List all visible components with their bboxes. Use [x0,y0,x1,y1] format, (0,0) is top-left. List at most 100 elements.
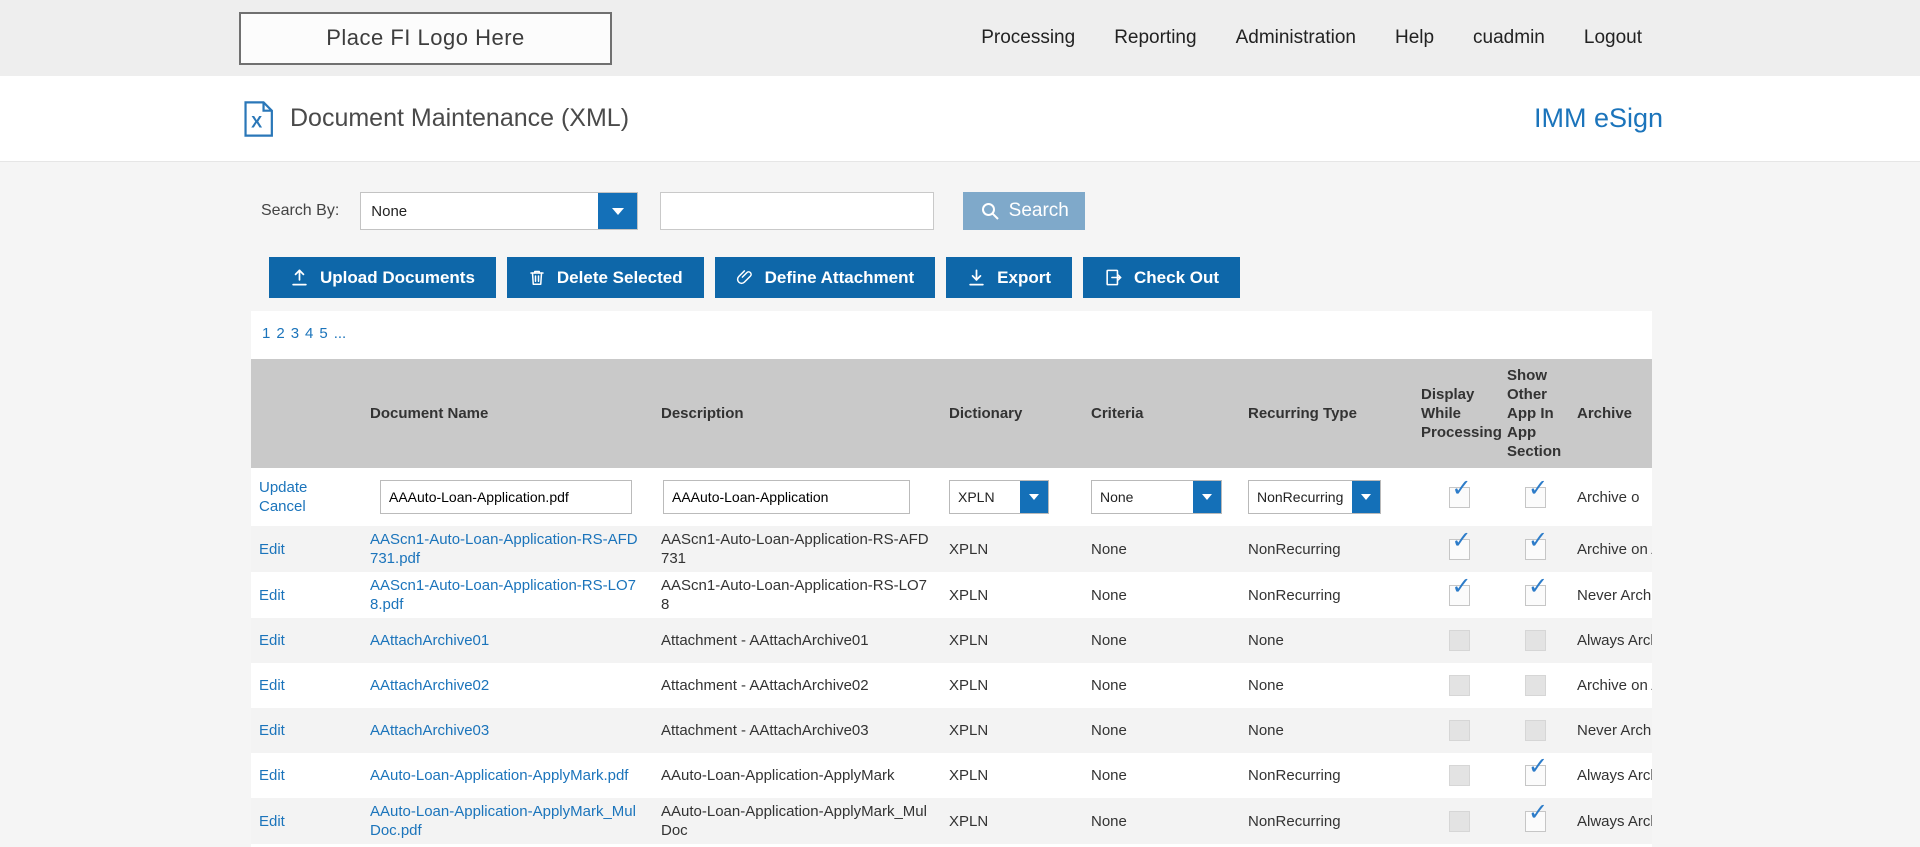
recurring-type-cell: NonRecurring [1248,767,1341,784]
edit-link[interactable]: Edit [259,767,285,784]
page-link-2[interactable]: 2 [276,325,284,342]
display-while-processing-checkbox[interactable] [1448,479,1472,508]
delete-selected-button[interactable]: Delete Selected [506,257,704,298]
edit-link[interactable]: Edit [259,632,285,649]
edit-link[interactable]: Edit [259,587,285,604]
document-name-link[interactable]: AAuto-Loan-Application-ApplyMark.pdf [370,767,628,784]
criteria-select[interactable]: None [1091,480,1222,514]
show-other-app-checkbox[interactable] [1525,531,1548,560]
document-name-link[interactable]: AAScn1-Auto-Loan-Application-RS-LO78.pdf [370,577,636,613]
dictionary-cell: XPLN [949,767,989,784]
nav-item-help[interactable]: Help [1395,27,1434,49]
show-other-app-checkbox[interactable] [1525,630,1546,651]
chevron-down-icon[interactable] [1193,481,1221,513]
table-row-edit: Update Cancel XPLN [251,468,1652,526]
document-name-input[interactable] [380,480,632,514]
dictionary-edit-cell: XPLN [941,468,1083,526]
column-header-recurring-type: Recurring Type [1248,405,1357,422]
upload-documents-button[interactable]: Upload Documents [269,257,496,298]
row-action-cell: Edit [251,618,362,663]
document-name-link[interactable]: AAttachArchive02 [370,677,489,694]
check-out-button[interactable]: Check Out [1083,257,1241,298]
show-other-app-checkbox[interactable] [1525,675,1546,696]
page-link-ellipsis[interactable]: ... [334,325,347,342]
define-attachment-button[interactable]: Define Attachment [714,257,936,298]
edit-link[interactable]: Edit [259,541,285,558]
description-input[interactable] [663,480,910,514]
page-link-4[interactable]: 4 [305,325,313,342]
chevron-down-icon[interactable] [598,193,638,229]
document-name-link[interactable]: AAttachArchive03 [370,722,489,739]
show-other-app-checkbox[interactable] [1525,577,1548,606]
chevron-down-icon[interactable] [1352,481,1380,513]
dictionary-select[interactable]: XPLN [949,480,1049,514]
recurring-type-select[interactable]: NonRecurring [1248,480,1381,514]
row-action-cell: Edit [251,663,362,708]
export-button[interactable]: Export [946,257,1072,298]
recurring-type-select-value: NonRecurring [1257,488,1344,505]
show-other-app-cell [1502,468,1569,526]
show-other-app-checkbox[interactable] [1525,757,1548,786]
table-row: Edit AAuto-Loan-Application-ApplyMark_Mu… [251,798,1652,844]
page-link-1[interactable]: 1 [262,325,270,342]
display-while-processing-cell [1416,798,1502,844]
search-button[interactable]: Search [963,192,1086,230]
dictionary-cell: XPLN [949,677,989,694]
documents-table: Document Name Description Dictionary Criter… [251,359,1652,844]
update-link[interactable]: Update [259,479,307,496]
table-header-row: Document Name Description Dictionary Criter… [251,359,1652,468]
description-edit-cell [653,468,941,526]
edit-actions-cell: Update Cancel [251,468,362,526]
column-header-dictionary: Dictionary [949,405,1023,422]
dictionary-cell: XPLN [949,812,989,830]
chevron-down-icon[interactable] [1020,481,1048,513]
recurring-type-cell: NonRecurring [1248,812,1341,830]
document-name-cell: AAttachArchive01 [362,618,653,663]
top-nav: Processing Reporting Administration Help cua… [981,27,1642,49]
page-link-3[interactable]: 3 [291,325,299,342]
criteria-cell: None [1091,540,1127,558]
display-while-processing-checkbox[interactable] [1448,765,1470,786]
display-while-processing-checkbox[interactable] [1448,577,1472,606]
document-name-link[interactable]: AAttachArchive01 [370,632,489,649]
show-other-app-cell [1502,663,1569,708]
criteria-cell: None [1091,722,1127,739]
document-name-cell: AAScn1-Auto-Loan-Application-RS-LO78.pdf [362,572,653,618]
document-name-link[interactable]: AAuto-Loan-Application-ApplyMark_MulDoc.… [370,803,636,839]
show-other-app-checkbox[interactable] [1525,479,1548,508]
show-other-app-checkbox[interactable] [1525,720,1546,741]
edit-link[interactable]: Edit [259,677,285,694]
row-action-cell: Edit [251,708,362,753]
document-name-link[interactable]: AAScn1-Auto-Loan-Application-RS-AFD731.p… [370,531,638,567]
archive-cell: Never Archi [1577,586,1652,604]
table-row: Edit AAuto-Loan-Application-ApplyMark.pd… [251,753,1652,798]
search-input[interactable] [660,192,935,230]
cancel-link[interactable]: Cancel [259,498,306,515]
criteria-cell: None [1091,677,1127,694]
edit-link[interactable]: Edit [259,722,285,739]
recurring-type-cell: None [1248,677,1284,694]
display-while-processing-checkbox[interactable] [1448,720,1470,741]
nav-item-logout[interactable]: Logout [1584,27,1642,49]
display-while-processing-checkbox[interactable] [1448,531,1472,560]
nav-item-reporting[interactable]: Reporting [1114,27,1196,49]
display-while-processing-checkbox[interactable] [1448,675,1470,696]
nav-item-administration[interactable]: Administration [1236,27,1356,49]
page-link-5[interactable]: 5 [319,325,327,342]
nav-item-processing[interactable]: Processing [981,27,1075,49]
archive-cell: Always Arch [1577,767,1652,784]
document-name-cell: AAuto-Loan-Application-ApplyMark_MulDoc.… [362,798,653,844]
display-while-processing-checkbox[interactable] [1448,810,1470,832]
checkout-icon [1104,268,1123,287]
row-action-cell: Edit [251,572,362,618]
search-by-dropdown[interactable]: None [360,192,639,230]
nav-item-cuadmin[interactable]: cuadmin [1473,27,1545,49]
archive-cell: Always Arch [1577,812,1652,830]
dictionary-select-value: XPLN [958,488,995,505]
show-other-app-checkbox[interactable] [1525,803,1548,832]
criteria-cell: None [1091,767,1127,784]
edit-link[interactable]: Edit [259,813,285,830]
display-while-processing-cell [1416,468,1502,526]
display-while-processing-checkbox[interactable] [1448,630,1470,651]
dictionary-cell: XPLN [949,722,989,739]
